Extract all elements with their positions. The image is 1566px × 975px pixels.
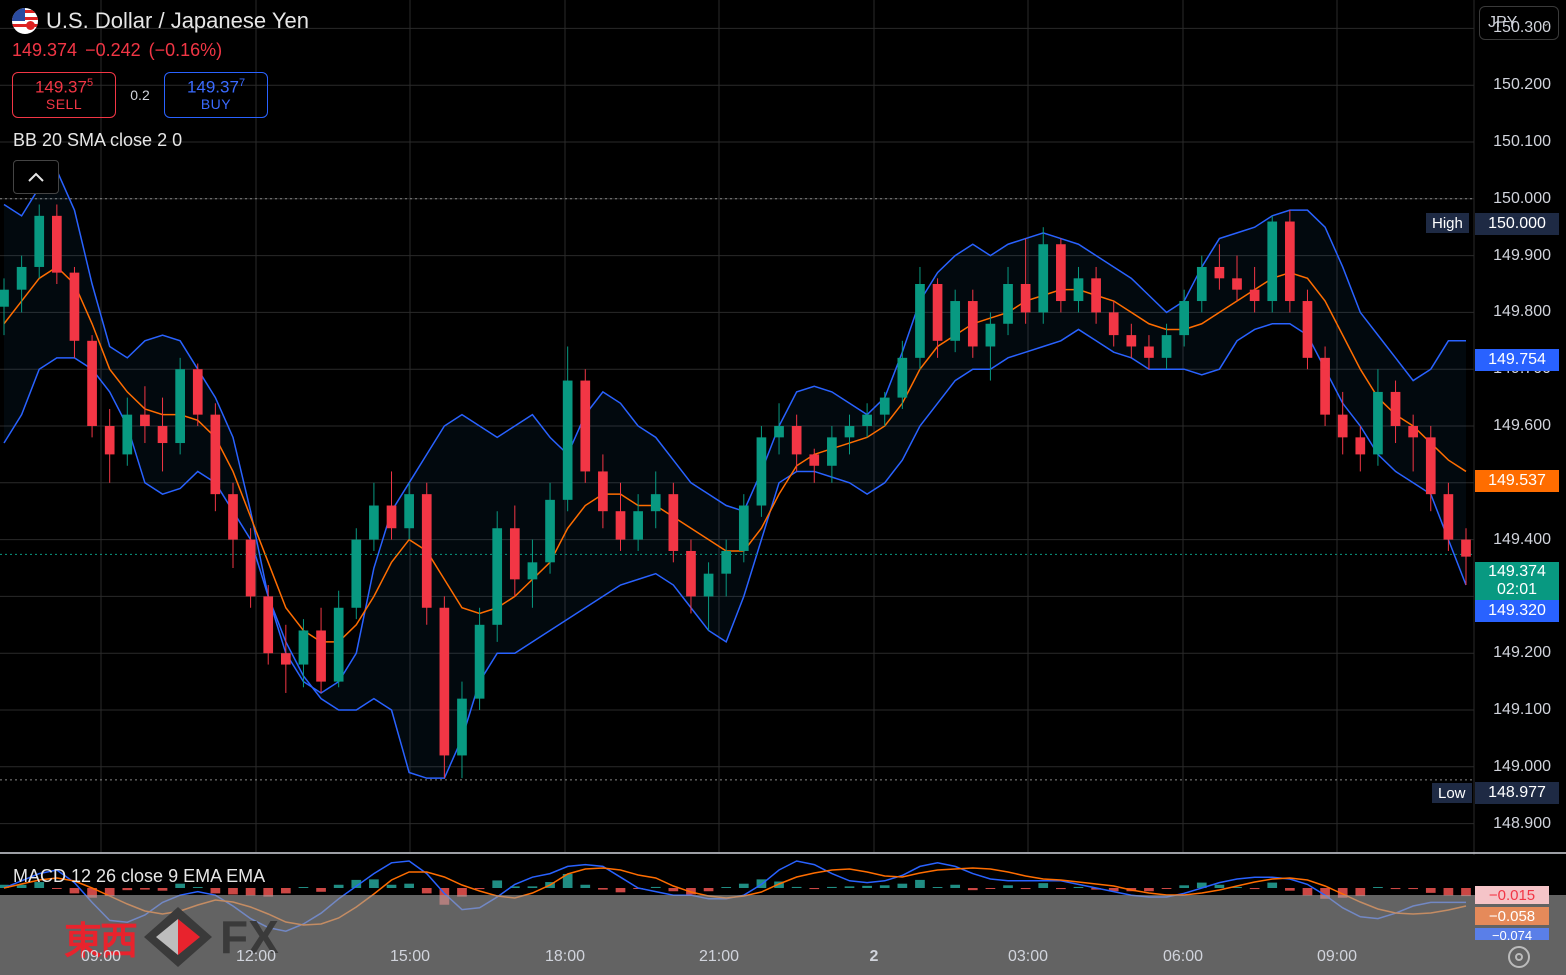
macd-histogram-bar bbox=[1038, 883, 1049, 888]
time-tick: 09:00 bbox=[1316, 948, 1358, 965]
macd-histogram-bar bbox=[298, 887, 309, 888]
time-tick: 15:00 bbox=[389, 948, 431, 965]
macd-histogram-bar bbox=[932, 887, 943, 888]
macd-histogram-bar bbox=[333, 884, 344, 888]
macd-histogram-bar bbox=[967, 888, 978, 891]
macd-histogram-bar bbox=[1425, 888, 1436, 893]
macd-histogram-bar bbox=[492, 880, 503, 888]
macd-histogram-bar bbox=[985, 888, 996, 889]
macd-pane[interactable] bbox=[0, 0, 1566, 975]
macd-histogram-bar bbox=[316, 888, 326, 892]
macd-histogram-bar bbox=[844, 886, 855, 888]
macd-histogram-bar bbox=[1056, 888, 1066, 890]
time-tick: 2 bbox=[869, 948, 879, 965]
macd-histogram-bar bbox=[527, 886, 538, 888]
time-axis[interactable]: 09:00 12:00 15:00 18:00 21:00 2 03:00 06:00 09:0… bbox=[0, 940, 1474, 975]
macd-histogram-bar bbox=[192, 887, 203, 888]
macd-histogram-bar bbox=[369, 879, 379, 888]
macd-histogram-bar bbox=[1373, 887, 1383, 888]
macd-histogram-bar bbox=[897, 883, 908, 888]
macd-line-value: −0.074 bbox=[1475, 928, 1549, 940]
macd-histogram-bar bbox=[1408, 888, 1419, 890]
time-tick: 21:00 bbox=[698, 948, 740, 965]
macd-histogram-bar bbox=[122, 888, 133, 891]
time-tick: 06:00 bbox=[1162, 948, 1204, 965]
macd-histogram-bar bbox=[1179, 885, 1190, 888]
time-tick: 03:00 bbox=[1007, 948, 1049, 965]
macd-histogram-bar bbox=[915, 879, 925, 888]
macd-histogram-bar bbox=[580, 884, 591, 888]
macd-histogram-bar bbox=[1161, 888, 1172, 889]
macd-histogram-bar bbox=[1390, 888, 1401, 890]
macd-histogram-bar bbox=[668, 888, 679, 892]
macd-histogram-bar bbox=[1003, 885, 1013, 888]
chart-settings-icon[interactable] bbox=[1508, 946, 1530, 968]
macd-histogram-bar bbox=[51, 888, 62, 889]
macd-histogram-bar bbox=[140, 888, 150, 890]
time-tick: 09:00 bbox=[80, 948, 122, 965]
macd-histogram-bar bbox=[404, 883, 414, 888]
macd-signal-value: −0.058 bbox=[1475, 907, 1549, 925]
macd-histogram-bar bbox=[1214, 884, 1225, 888]
macd-histogram-bar bbox=[721, 887, 732, 888]
macd-histogram-bar bbox=[69, 888, 80, 894]
macd-histogram-bar bbox=[210, 888, 221, 894]
macd-histogram-bar bbox=[1144, 888, 1154, 892]
macd-histogram-bar bbox=[738, 883, 749, 888]
macd-histogram-bar bbox=[615, 888, 626, 893]
macd-histogram-value: −0.015 bbox=[1475, 886, 1549, 904]
macd-histogram-bar bbox=[950, 884, 961, 888]
macd-histogram-bar bbox=[1285, 888, 1295, 891]
macd-indicator-label[interactable]: MACD 12 26 close 9 EMA EMA bbox=[13, 866, 265, 887]
macd-histogram-bar bbox=[1267, 882, 1278, 888]
macd-histogram-bar bbox=[157, 888, 168, 891]
macd-histogram-bar bbox=[421, 888, 432, 894]
macd-histogram-bar bbox=[650, 886, 661, 888]
time-tick: 12:00 bbox=[235, 948, 277, 965]
macd-histogram-bar bbox=[280, 888, 291, 894]
macd-histogram-bar bbox=[1073, 886, 1084, 888]
macd-histogram-bar bbox=[598, 888, 608, 890]
macd-histogram-bar bbox=[809, 888, 820, 890]
macd-histogram-bar bbox=[1249, 888, 1260, 890]
macd-histogram-bar bbox=[228, 888, 238, 895]
macd-histogram-bar bbox=[862, 885, 872, 888]
macd-histogram-bar bbox=[791, 886, 802, 888]
macd-histogram-bar bbox=[879, 885, 890, 888]
macd-histogram-bar bbox=[474, 888, 485, 890]
macd-histogram-bar bbox=[827, 886, 837, 888]
time-tick: 18:00 bbox=[544, 948, 586, 965]
macd-histogram-bar bbox=[1020, 888, 1031, 890]
macd-histogram-bar bbox=[386, 884, 397, 888]
macd-histogram-bar bbox=[703, 888, 714, 892]
